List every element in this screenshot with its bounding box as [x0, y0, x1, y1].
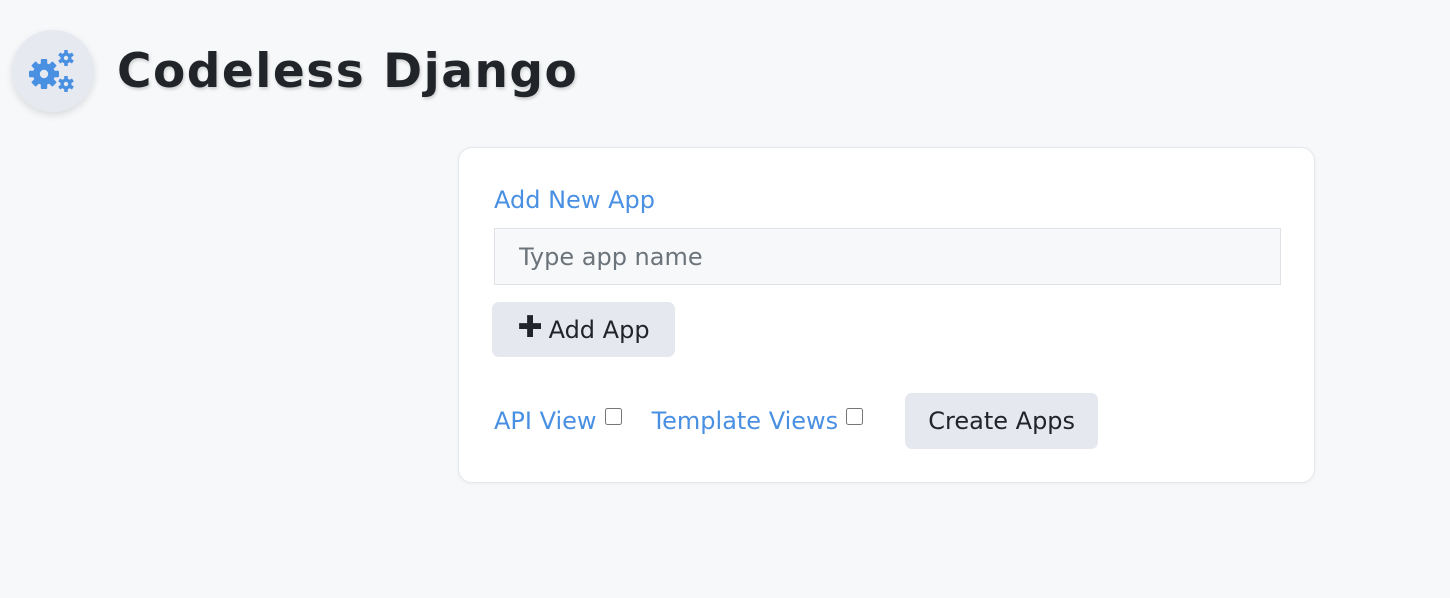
template-views-label[interactable]: Template Views: [652, 407, 839, 435]
gears-icon: [29, 50, 74, 92]
add-new-app-label: Add New App: [494, 186, 655, 214]
template-views-checkbox[interactable]: [846, 407, 864, 425]
add-app-card: Add New App ✚ Add App API View Template …: [458, 147, 1315, 483]
page-title: Codeless Django: [117, 43, 579, 99]
create-apps-button[interactable]: Create Apps: [905, 393, 1099, 449]
api-view-label[interactable]: API View: [494, 407, 597, 435]
options-row: API View Template Views Create Apps: [494, 393, 1099, 449]
app-header: Codeless Django: [12, 30, 578, 112]
plus-icon: ✚: [517, 310, 543, 345]
template-views-option: Template Views: [652, 407, 864, 435]
add-app-button[interactable]: ✚ Add App: [492, 302, 675, 357]
logo: [12, 30, 94, 112]
api-view-option: API View: [494, 407, 622, 435]
add-app-button-label: Add App: [548, 315, 650, 344]
app-name-input[interactable]: [494, 228, 1281, 285]
api-view-checkbox[interactable]: [604, 407, 622, 425]
